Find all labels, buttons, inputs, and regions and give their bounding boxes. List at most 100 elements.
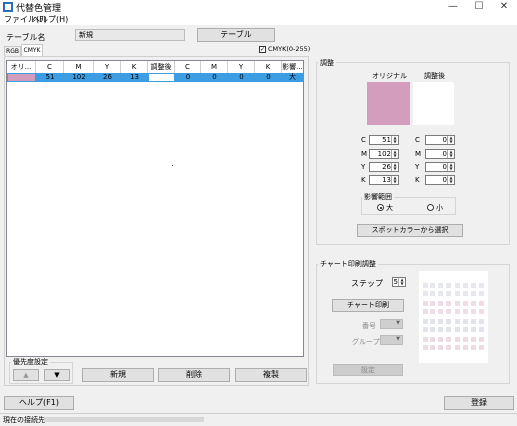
spinner-arrows-icon[interactable]: ▲ ▼ [447, 176, 454, 184]
row-k1: 13 [130, 73, 139, 81]
delete-button[interactable]: 削除 [158, 368, 230, 382]
spinner-arrows-icon[interactable]: ▲ ▼ [447, 163, 454, 171]
table-name-label: テーブル名 [6, 33, 46, 42]
col-header-m1[interactable]: M [64, 61, 94, 73]
range-large-label: 大 [386, 204, 393, 212]
help-button[interactable]: ヘルプ(F1) [4, 396, 74, 410]
number-dropdown[interactable]: ▼ [380, 319, 403, 329]
range-title: 影響範囲 [362, 192, 394, 202]
right-c-spinner[interactable]: 0 ▲ ▼ [425, 135, 455, 145]
adjusted-label: 調整後 [424, 72, 445, 80]
col-header-k1[interactable]: K [121, 61, 148, 73]
table-row[interactable]: 51 102 26 13 0 0 0 0 大 [7, 73, 303, 82]
chevron-down-icon: ▼ [396, 320, 400, 326]
adjusted-swatch-cell [149, 74, 174, 81]
right-k-spinner[interactable]: 0 ▲ ▼ [425, 175, 455, 185]
right-y-label: Y [415, 163, 420, 171]
chart-preview [419, 271, 488, 363]
spinner-arrows-icon[interactable]: ▲ ▼ [391, 176, 398, 184]
col-header-y2[interactable]: Y [228, 61, 255, 73]
left-k-label: K [361, 176, 366, 184]
title-bar: 代替色管理 — ☐ ✕ [0, 0, 517, 14]
register-button[interactable]: 登録 [444, 396, 514, 410]
right-c-label: C [415, 136, 420, 144]
right-y-spinner[interactable]: 0 ▲ ▼ [425, 162, 455, 172]
original-color-swatch [367, 82, 410, 125]
col-header-c1[interactable]: C [36, 61, 64, 73]
status-bar: 現在の接続先 [0, 413, 517, 426]
cmyk-range-checkbox[interactable]: ✓ [259, 46, 266, 53]
adjust-title: 調整 [318, 58, 336, 68]
minimize-icon[interactable]: — [440, 0, 466, 14]
left-y-value: 26 [382, 163, 391, 171]
window-title: 代替色管理 [16, 4, 62, 14]
col-header-range[interactable]: 影響... [282, 61, 303, 73]
spinner-arrows-icon[interactable]: ▲ ▼ [391, 136, 398, 144]
group-label: グループ [352, 338, 380, 346]
spinner-arrows-icon[interactable]: ▲ ▼ [447, 136, 454, 144]
left-y-spinner[interactable]: 26 ▲ ▼ [369, 162, 399, 172]
range-small-radio[interactable] [427, 204, 434, 211]
connection-value-redacted [44, 417, 204, 422]
chart-title: チャート印刷調整 [318, 259, 378, 269]
row-m1: 102 [72, 73, 86, 81]
row-y1: 26 [103, 73, 112, 81]
row-range: 大 [289, 73, 296, 81]
row-c1: 51 [45, 73, 55, 81]
close-icon[interactable]: ✕ [491, 0, 517, 14]
priority-up-button[interactable]: ▲ [13, 369, 39, 381]
left-k-value: 13 [382, 176, 391, 184]
left-k-spinner[interactable]: 13 ▲ ▼ [369, 175, 399, 185]
col-header-k2[interactable]: K [255, 61, 282, 73]
right-m-label: M [415, 150, 422, 158]
maximize-icon[interactable]: ☐ [466, 0, 492, 14]
row-c2: 0 [185, 73, 191, 81]
app-icon [3, 2, 13, 12]
left-c-label: C [361, 136, 366, 144]
menu-help[interactable]: ヘルプ(H) [32, 14, 68, 25]
menu-bar: ファイル(F) ヘルプ(H) [0, 14, 517, 25]
spinner-arrows-icon[interactable]: ▲ ▼ [398, 278, 405, 286]
original-swatch-cell [8, 74, 35, 81]
group-dropdown[interactable]: ▼ [380, 335, 403, 345]
right-k-label: K [415, 176, 420, 184]
spot-color-button[interactable]: スポットカラーから選択 [357, 224, 463, 237]
spinner-arrows-icon[interactable]: ▲ ▼ [391, 150, 398, 158]
left-m-label: M [361, 150, 368, 158]
step-spinner[interactable]: 5 ▲ ▼ [392, 277, 406, 287]
current-connection-label: 現在の接続先 [3, 416, 45, 424]
left-m-spinner[interactable]: 102 ▲ ▼ [369, 149, 399, 159]
left-y-label: Y [361, 163, 366, 171]
range-large-radio[interactable] [377, 204, 384, 211]
row-y2: 0 [239, 73, 244, 81]
spinner-arrows-icon[interactable]: ▲ ▼ [391, 163, 398, 171]
col-header-original[interactable]: オリ... [7, 61, 36, 73]
set-button[interactable]: 設定 [333, 364, 403, 376]
new-button[interactable]: 新規 [82, 368, 154, 382]
col-header-m2[interactable]: M [201, 61, 228, 73]
spinner-arrows-icon[interactable]: ▲ ▼ [447, 150, 454, 158]
priority-down-button[interactable]: ▼ [44, 369, 70, 381]
col-header-y1[interactable]: Y [94, 61, 121, 73]
chart-preview-grid [423, 283, 484, 350]
col-header-adjusted[interactable]: 調整後 [148, 61, 175, 73]
left-m-value: 102 [377, 150, 391, 158]
left-c-value: 51 [382, 136, 391, 144]
original-label: オリジナル [372, 72, 407, 80]
col-header-c2[interactable]: C [175, 61, 201, 73]
priority-label: 優先度設定 [11, 357, 50, 367]
row-k2: 0 [266, 73, 271, 81]
table-dot [172, 165, 173, 166]
range-small-label: 小 [436, 204, 443, 212]
right-m-spinner[interactable]: 0 ▲ ▼ [425, 149, 455, 159]
table-button[interactable]: テーブル [197, 28, 275, 42]
step-label: ステップ [351, 279, 383, 288]
chart-print-button[interactable]: チャート印刷 [332, 299, 404, 312]
left-c-spinner[interactable]: 51 ▲ ▼ [369, 135, 399, 145]
table-name-field[interactable]: 新規 [75, 29, 185, 41]
chevron-down-icon: ▼ [396, 336, 400, 342]
number-label: 番号 [362, 322, 376, 330]
color-table: オリ... C M Y K 調整後 C M Y K 影響... 51 102 2… [6, 60, 304, 357]
adjusted-color-swatch [413, 82, 454, 125]
copy-button[interactable]: 複製 [235, 368, 307, 382]
